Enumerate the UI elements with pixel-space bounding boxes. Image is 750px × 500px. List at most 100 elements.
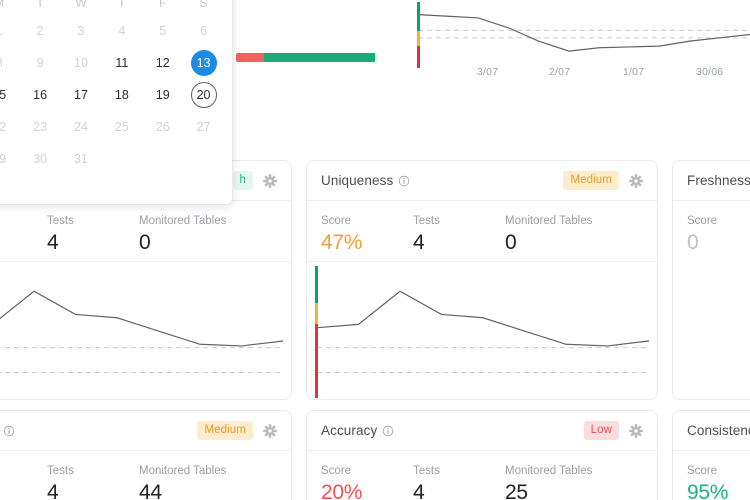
- calendar-day-27[interactable]: 27: [183, 112, 224, 142]
- test-status-bar: [236, 53, 378, 62]
- metric-label: Monitored Tables: [505, 215, 593, 227]
- calendar-day-16[interactable]: 16: [20, 80, 61, 110]
- status-segment-failed: [236, 53, 265, 62]
- calendar-day-8[interactable]: 8: [0, 48, 20, 78]
- calendar-day-26[interactable]: 26: [142, 112, 183, 142]
- card-consistency[interactable]: Consistency Score 95%: [672, 410, 750, 500]
- metric-score: Score 70%: [0, 215, 47, 255]
- calendar-day-label: 13: [190, 50, 217, 76]
- calendar-day-empty: [101, 144, 142, 174]
- metric-score: Score 0: [687, 215, 750, 255]
- calendar-day-31[interactable]: 31: [61, 144, 102, 174]
- metric-value: 20%: [0, 481, 47, 500]
- calendar-day-label: 5: [159, 24, 167, 38]
- calendar-day-label: 10: [74, 56, 88, 70]
- metric-label: Score: [321, 465, 352, 477]
- metric-value: 70%: [0, 231, 47, 255]
- calendar-day-12[interactable]: 12: [142, 48, 183, 78]
- x-tick-label: 2/07: [549, 66, 571, 78]
- calendar-day-25[interactable]: 25: [101, 112, 142, 142]
- card-metrics: Score 20%Tests 4 Monitored Tables 44: [0, 451, 291, 500]
- calendar-day-3[interactable]: 3: [61, 16, 102, 46]
- calendar-day-label: 29: [0, 152, 7, 166]
- info-icon[interactable]: [382, 425, 394, 437]
- x-tick-label: 3/07: [477, 66, 499, 78]
- metric-score: Score 95%: [687, 465, 750, 500]
- metric-score: Score 20%: [321, 465, 413, 500]
- calendar-weekday-header: S: [199, 0, 208, 10]
- card-validity[interactable]: ValidityMedium Score 20%Tests 4 Monitored Ta…: [0, 410, 292, 500]
- score-scale-axis: [315, 266, 318, 398]
- calendar-day-17[interactable]: 17: [61, 80, 102, 110]
- card-metrics: Score 20% Tests 4 Monitored Tables 25: [307, 451, 657, 500]
- calendar-day-label: [150, 146, 176, 172]
- metric-label: Score: [687, 215, 718, 227]
- gear-icon[interactable]: [629, 423, 643, 438]
- metric-label: Score: [687, 465, 718, 477]
- card-sparkline: [307, 261, 657, 399]
- card-metrics: Score 70%Tests 4 Monitored Tables 0: [0, 201, 291, 255]
- metric-monitored-tables: Monitored Tables 0: [505, 215, 592, 255]
- info-icon[interactable]: [398, 175, 410, 187]
- metric-score: Score 47%: [321, 215, 413, 255]
- calendar-day-23[interactable]: 23: [20, 112, 61, 142]
- metric-label: Tests: [47, 465, 74, 477]
- card-title: Accuracy: [321, 423, 378, 438]
- calendar-day-label: 16: [33, 88, 48, 102]
- axis-segment-high: [417, 2, 420, 32]
- info-icon[interactable]: [3, 425, 15, 437]
- axis-segment-low: [417, 45, 420, 68]
- gear-icon[interactable]: [263, 173, 277, 188]
- calendar-day-5[interactable]: 5: [142, 16, 183, 46]
- calendar-weekday-header: W: [75, 0, 87, 10]
- metric-label: Monitored Tables: [139, 215, 227, 227]
- calendar-day-18[interactable]: 18: [101, 80, 142, 110]
- metric-label: Tests: [47, 215, 74, 227]
- calendar-day-2[interactable]: 2: [20, 16, 61, 46]
- calendar-day-label: 12: [155, 56, 170, 70]
- calendar-weekday-header: T: [118, 0, 126, 10]
- card-header: Accuracy Low: [307, 411, 657, 451]
- calendar-day-6[interactable]: 6: [183, 16, 224, 46]
- calendar-day-label: 18: [114, 88, 129, 102]
- calendar-grid: SMTWTFS123456789101112131415161718192021…: [0, 0, 224, 174]
- calendar-day-29[interactable]: 29: [0, 144, 20, 174]
- calendar-day-9[interactable]: 9: [20, 48, 61, 78]
- calendar-day-13[interactable]: 13: [183, 48, 224, 78]
- card-metrics: Score 47% Tests 4 Monitored Tables 0: [307, 201, 657, 255]
- metric-value: 0: [505, 231, 517, 254]
- axis-segment-high: [315, 266, 318, 303]
- gear-icon[interactable]: [263, 423, 277, 438]
- status-badge: Medium: [563, 171, 619, 190]
- calendar-day-19[interactable]: 19: [142, 80, 183, 110]
- calendar-weekday-header: M: [0, 0, 20, 14]
- calendar-day-11[interactable]: 11: [101, 48, 142, 78]
- calendar-day-30[interactable]: 30: [20, 144, 61, 174]
- calendar-weekday-header: F: [159, 0, 167, 10]
- calendar-day-10[interactable]: 10: [61, 48, 102, 78]
- status-badge: Low: [583, 421, 619, 440]
- calendar-day-1[interactable]: 1: [0, 16, 20, 46]
- card-accuracy[interactable]: Accuracy Low Score 20% Tests 4 Monitored Table…: [306, 410, 658, 500]
- calendar-day-24[interactable]: 24: [61, 112, 102, 142]
- calendar-day-label: 4: [118, 24, 126, 38]
- date-picker-popup[interactable]: SMTWTFS123456789101112131415161718192021…: [0, 0, 232, 204]
- calendar-day-label: 17: [74, 88, 88, 102]
- calendar-day-4[interactable]: 4: [101, 16, 142, 46]
- card-freshness[interactable]: Freshness Score 0: [672, 160, 750, 400]
- card-uniqueness[interactable]: Uniqueness Medium Score 47% Tests 4 Monitored …: [306, 160, 658, 400]
- calendar-day-20[interactable]: 20: [183, 80, 224, 110]
- calendar-day-label: 23: [33, 120, 48, 134]
- metric-value: 25: [505, 481, 528, 500]
- calendar-day-label: [109, 146, 135, 172]
- calendar-day-empty: [183, 144, 224, 174]
- card-metrics: Score 95%: [673, 451, 750, 500]
- calendar-day-label: 31: [74, 152, 88, 166]
- metric-value: 44: [139, 481, 162, 500]
- metric-tests: Tests 4: [47, 215, 139, 255]
- calendar-day-22[interactable]: 22: [0, 112, 20, 142]
- calendar-day-15[interactable]: 15: [0, 80, 20, 110]
- dashboard-page: 3/072/071/0730/06 hScore70%Tests4Monitor…: [0, 0, 750, 500]
- metric-tests: Tests 4: [413, 215, 505, 255]
- gear-icon[interactable]: [629, 173, 643, 188]
